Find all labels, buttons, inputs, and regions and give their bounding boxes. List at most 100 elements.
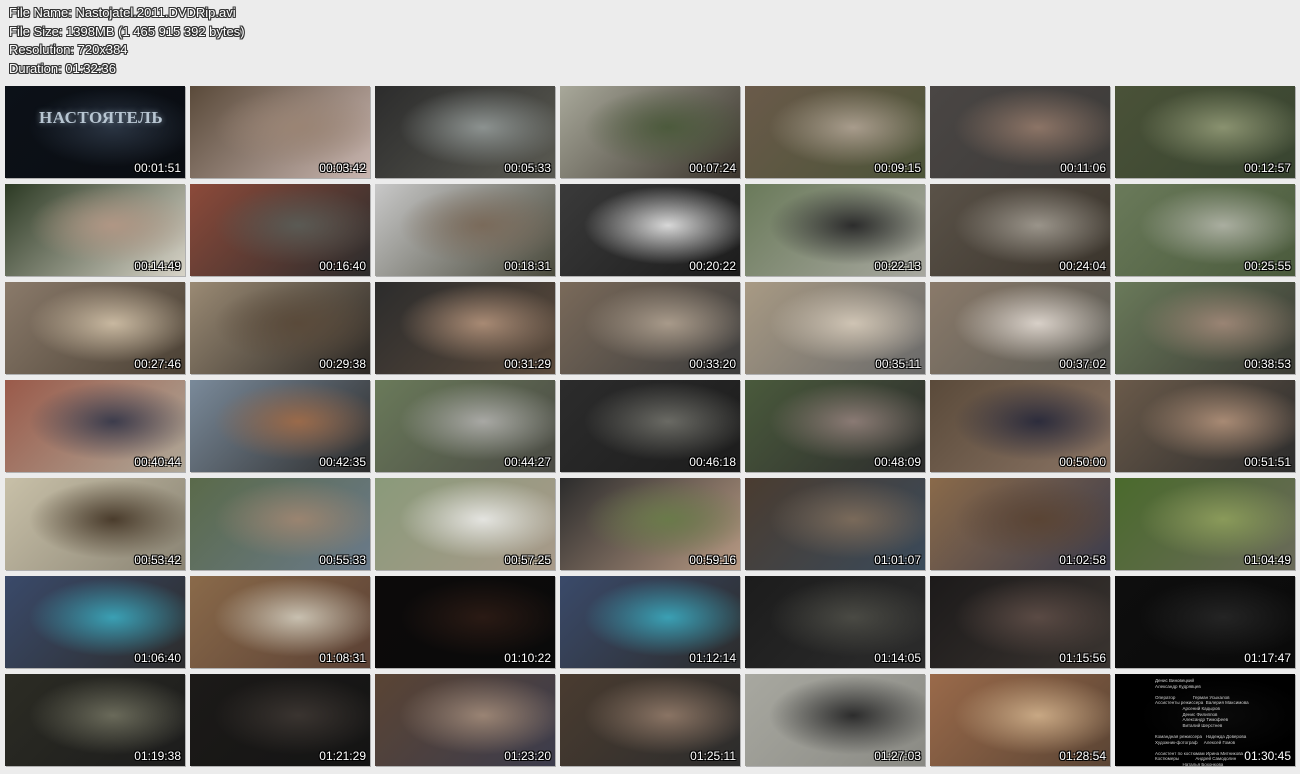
video-thumbnail: 00:53:42 <box>5 478 185 570</box>
video-thumbnail: 00:48:09 <box>745 380 925 472</box>
video-thumbnail: 01:02:58 <box>930 478 1110 570</box>
thumbnail-timestamp: 00:59:16 <box>689 553 736 567</box>
video-thumbnail: 00:37:02 <box>930 282 1110 374</box>
video-thumbnail: 00:14:49 <box>5 184 185 276</box>
thumbnail-timestamp: 01:19:38 <box>134 749 181 763</box>
video-thumbnail: 00:11:06 <box>930 86 1110 178</box>
thumbnail-timestamp: 01:17:47 <box>1244 651 1291 665</box>
video-thumbnail: 01:06:40 <box>5 576 185 668</box>
thumbnail-timestamp: 01:01:07 <box>874 553 921 567</box>
thumbnail-timestamp: 00:01:51 <box>134 161 181 175</box>
video-thumbnail: 01:08:31 <box>190 576 370 668</box>
video-thumbnail: 00:40:44 <box>5 380 185 472</box>
thumbnail-timestamp: 00:24:04 <box>1059 259 1106 273</box>
thumbnail-timestamp: 00:25:55 <box>1244 259 1291 273</box>
video-thumbnail: 00:03:42 <box>190 86 370 178</box>
video-thumbnail: 01:15:56 <box>930 576 1110 668</box>
thumbnail-timestamp: 01:06:40 <box>134 651 181 665</box>
video-thumbnail: 00:31:29 <box>375 282 555 374</box>
thumbnail-timestamp: 01:30:45 <box>1244 749 1291 763</box>
video-thumbnail: 01:27:03 <box>745 674 925 766</box>
thumbnail-timestamp: 01:27:03 <box>874 749 921 763</box>
video-thumbnail: 00:24:04 <box>930 184 1110 276</box>
file-size-label: File Size: 1398MB (1 465 915 392 bytes) <box>9 23 245 39</box>
video-thumbnail: 01:14:05 <box>745 576 925 668</box>
thumbnail-timestamp: 00:40:44 <box>134 455 181 469</box>
video-thumbnail: 00:35:11 <box>745 282 925 374</box>
thumbnail-timestamp: 00:05:33 <box>504 161 551 175</box>
thumbnail-grid: НАСТОЯТЕЛЬ 00:01:51 00:03:42 00:05:33 00:07:… <box>5 86 1295 766</box>
video-thumbnail: 01:23:20 <box>375 674 555 766</box>
video-thumbnail: 00:22:13 <box>745 184 925 276</box>
video-thumbnail: НАСТОЯТЕЛЬ 00:01:51 <box>5 86 185 178</box>
thumbnail-timestamp: 01:23:20 <box>504 749 551 763</box>
thumbnail-timestamp: 00:33:20 <box>689 357 736 371</box>
thumbnail-timestamp: 00:42:35 <box>319 455 366 469</box>
thumbnail-timestamp: 00:57:25 <box>504 553 551 567</box>
thumbnail-timestamp: 00:50:00 <box>1059 455 1106 469</box>
thumbnail-timestamp: 00:35:11 <box>875 357 921 371</box>
video-thumbnail: 00:46:18 <box>560 380 740 472</box>
thumbnail-timestamp: 01:28:54 <box>1059 749 1106 763</box>
thumbnail-timestamp: 00:09:15 <box>874 161 921 175</box>
video-thumbnail: 00:20:22 <box>560 184 740 276</box>
thumbnail-timestamp: 00:11:06 <box>1060 161 1106 175</box>
thumbnail-timestamp: 01:10:22 <box>504 651 551 665</box>
video-thumbnail: 00:38:53 <box>1115 282 1295 374</box>
thumbnail-timestamp: 00:07:24 <box>689 161 736 175</box>
video-thumbnail: 00:50:00 <box>930 380 1110 472</box>
video-thumbnail: 01:12:14 <box>560 576 740 668</box>
video-thumbnail: 00:16:40 <box>190 184 370 276</box>
duration-label: Duration: 01:32:36 <box>9 60 116 76</box>
video-thumbnail: 00:55:33 <box>190 478 370 570</box>
thumbnail-timestamp: 01:21:29 <box>319 749 366 763</box>
video-thumbnail: 00:07:24 <box>560 86 740 178</box>
video-thumbnail: 01:21:29 <box>190 674 370 766</box>
thumbnail-timestamp: 00:46:18 <box>689 455 736 469</box>
video-thumbnail: 01:10:22 <box>375 576 555 668</box>
movie-title-overlay: НАСТОЯТЕЛЬ <box>39 108 164 127</box>
thumbnail-timestamp: 01:14:05 <box>874 651 921 665</box>
thumbnail-timestamp: 00:27:46 <box>134 357 181 371</box>
thumbnail-timestamp: 00:18:31 <box>504 259 551 273</box>
video-thumbnail: 01:28:54 <box>930 674 1110 766</box>
video-thumbnail: Денис Виновецкий Александр Кудрявцев Опе… <box>1115 674 1295 766</box>
thumbnail-timestamp: 00:16:40 <box>319 259 366 273</box>
thumbnail-timestamp: 00:14:49 <box>134 259 181 273</box>
thumbnail-timestamp: 00:20:22 <box>689 259 736 273</box>
video-thumbnail: 01:25:11 <box>560 674 740 766</box>
video-thumbnail: 00:09:15 <box>745 86 925 178</box>
video-thumbnail: 00:33:20 <box>560 282 740 374</box>
thumbnail-timestamp: 00:31:29 <box>504 357 551 371</box>
video-thumbnail: 00:44:27 <box>375 380 555 472</box>
thumbnail-timestamp: 01:04:49 <box>1244 553 1291 567</box>
thumbnail-timestamp: 00:38:53 <box>1244 357 1291 371</box>
video-thumbnail: 00:51:51 <box>1115 380 1295 472</box>
video-thumbnail: 00:29:38 <box>190 282 370 374</box>
video-thumbnail: 00:42:35 <box>190 380 370 472</box>
thumbnail-timestamp: 01:12:14 <box>689 651 736 665</box>
video-thumbnail: 01:17:47 <box>1115 576 1295 668</box>
thumbnail-timestamp: 01:02:58 <box>1059 553 1106 567</box>
video-thumbnail: 00:57:25 <box>375 478 555 570</box>
thumbnail-timestamp: 00:22:13 <box>874 259 921 273</box>
thumbnail-timestamp: 01:15:56 <box>1059 651 1106 665</box>
thumbnail-timestamp: 01:25:11 <box>690 749 736 763</box>
video-thumbnail: 01:19:38 <box>5 674 185 766</box>
thumbnail-timestamp: 00:03:42 <box>319 161 366 175</box>
video-thumbnail: 00:12:57 <box>1115 86 1295 178</box>
video-thumbnail: 00:05:33 <box>375 86 555 178</box>
video-thumbnail: 00:18:31 <box>375 184 555 276</box>
video-thumbnail: 00:59:16 <box>560 478 740 570</box>
file-name-label: File Name: Nastojatel.2011.DVDRip.avi <box>9 5 236 20</box>
thumbnail-timestamp: 00:48:09 <box>874 455 921 469</box>
thumbnail-timestamp: 00:44:27 <box>504 455 551 469</box>
resolution-label: Resolution: 720x384 <box>9 42 128 57</box>
thumbnail-timestamp: 00:12:57 <box>1244 161 1291 175</box>
thumbnail-timestamp: 00:37:02 <box>1059 357 1106 371</box>
video-thumbnail: 01:04:49 <box>1115 478 1295 570</box>
thumbnail-timestamp: 00:53:42 <box>134 553 181 567</box>
video-thumbnail: 00:27:46 <box>5 282 185 374</box>
thumbnail-timestamp: 01:08:31 <box>319 651 366 665</box>
video-thumbnail: 01:01:07 <box>745 478 925 570</box>
